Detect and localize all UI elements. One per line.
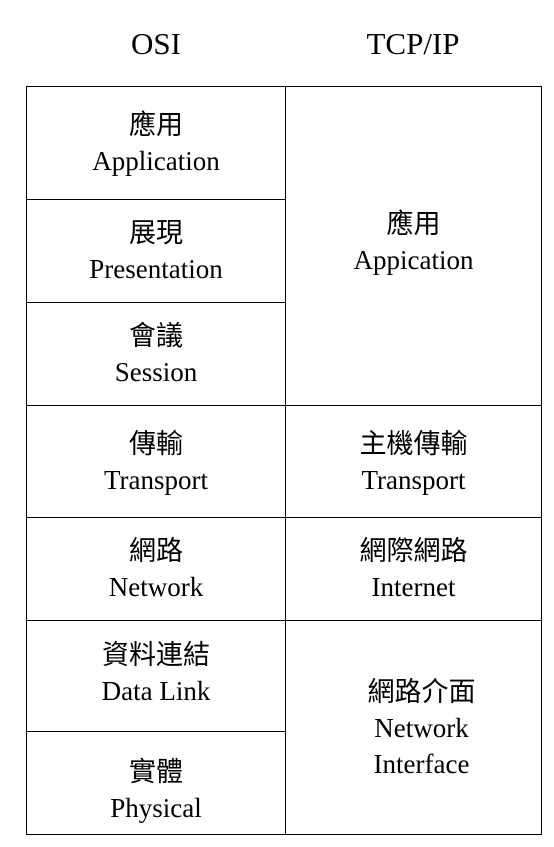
osi-layer-data-link: 資料連結 Data Link	[26, 620, 286, 732]
layer-name-en: Data Link	[101, 676, 211, 706]
layer-name-en: Presentation	[89, 254, 223, 284]
osi-layer-application: 應用 Application	[26, 86, 286, 200]
layer-name-en: Application	[92, 146, 220, 176]
layer-name-zh: 網路	[129, 536, 183, 566]
tcpip-column-header: TCP/IP	[366, 26, 460, 61]
layer-name-zh: 展現	[129, 218, 183, 248]
layer-name-zh: 會議	[129, 321, 183, 351]
layer-name-zh: 應用	[386, 209, 441, 239]
tcpip-layer-internet: 網際網路 Internet	[285, 517, 542, 621]
osi-layer-transport: 傳輸 Transport	[26, 405, 286, 518]
layer-name-zh: 傳輸	[129, 428, 183, 459]
layer-name-en: Physical	[110, 793, 202, 823]
layer-name-zh: 應用	[129, 110, 183, 140]
tcpip-layer-network-interface: 網路介面 Network Interface	[285, 620, 542, 835]
tcpip-layer-application: 應用 Appication	[285, 86, 542, 406]
layer-name-en: Transport	[103, 464, 209, 495]
layer-name-en: Network	[374, 712, 469, 743]
layer-name-zh: 資料連結	[102, 640, 210, 670]
layer-name-en: Appication	[353, 245, 474, 275]
osi-column-header: OSI	[131, 26, 181, 61]
layer-name-zh: 網際網路	[359, 536, 468, 566]
layer-name-en: Session	[114, 357, 198, 387]
osi-layer-physical: 實體 Physical	[26, 731, 286, 835]
osi-layer-presentation: 展現 Presentation	[26, 199, 286, 303]
layer-name-zh: 網路介面	[367, 676, 476, 707]
osi-layer-network: 網路 Network	[26, 517, 286, 621]
layer-name-en: Network	[108, 572, 204, 602]
layer-name-en: Transport	[361, 464, 466, 495]
layer-name-zh: 實體	[129, 757, 183, 787]
tcpip-layer-transport: 主機傳輸 Transport	[285, 405, 542, 518]
layer-name-zh: 主機傳輸	[359, 428, 468, 459]
layer-name-en: Internet	[371, 572, 456, 602]
osi-layer-session: 會議 Session	[26, 302, 286, 406]
layer-name-en-line2: Interface	[373, 748, 470, 779]
